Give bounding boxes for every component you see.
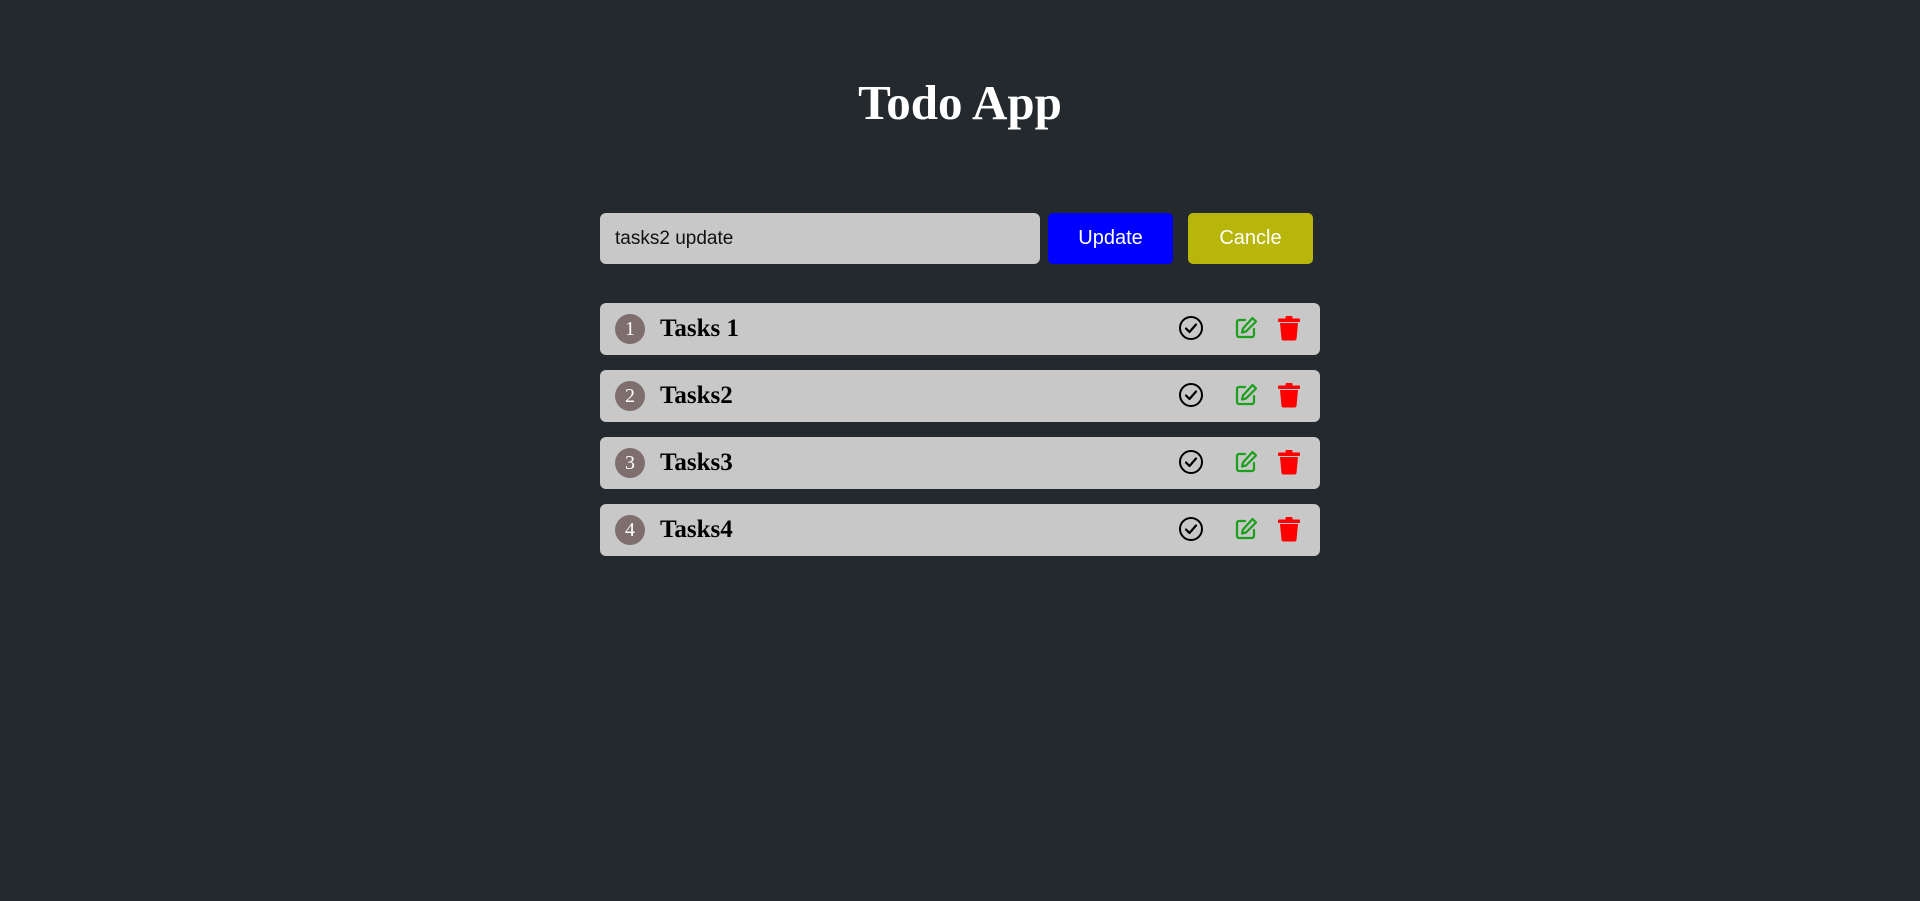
task-text: Tasks 1 [660, 315, 739, 342]
task-input[interactable] [600, 213, 1040, 264]
trash-icon[interactable] [1274, 514, 1304, 544]
cancel-button[interactable]: Cancle [1188, 213, 1313, 264]
task-number-badge: 3 [615, 448, 645, 478]
check-circle-icon[interactable] [1176, 514, 1206, 544]
task-number-badge: 4 [615, 515, 645, 545]
task-list: 1 Tasks 1 2 Tasks2 3 Tasks3 4 Tasks4 [600, 303, 1320, 571]
task-number-badge: 1 [615, 314, 645, 344]
trash-icon[interactable] [1274, 447, 1304, 477]
edit-icon[interactable] [1231, 380, 1261, 410]
update-button[interactable]: Update [1048, 213, 1173, 264]
task-item: 4 Tasks4 [600, 504, 1320, 556]
task-text: Tasks4 [660, 516, 733, 543]
task-item: 3 Tasks3 [600, 437, 1320, 489]
trash-icon[interactable] [1274, 380, 1304, 410]
task-item: 2 Tasks2 [600, 370, 1320, 422]
page-title: Todo App [858, 75, 1062, 130]
check-circle-icon[interactable] [1176, 313, 1206, 343]
task-number-badge: 2 [615, 381, 645, 411]
trash-icon[interactable] [1274, 313, 1304, 343]
check-circle-icon[interactable] [1176, 380, 1206, 410]
task-text: Tasks3 [660, 449, 733, 476]
check-circle-icon[interactable] [1176, 447, 1206, 477]
task-item: 1 Tasks 1 [600, 303, 1320, 355]
edit-icon[interactable] [1231, 514, 1261, 544]
edit-icon[interactable] [1231, 313, 1261, 343]
edit-icon[interactable] [1231, 447, 1261, 477]
task-text: Tasks2 [660, 382, 733, 409]
